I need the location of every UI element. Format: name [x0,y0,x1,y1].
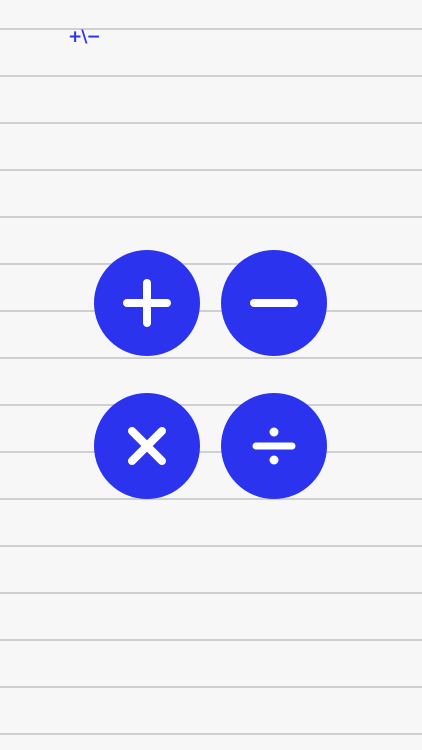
app-logo: +\− [68,27,101,47]
divide-button[interactable]: ÷ [221,393,327,499]
multiply-icon [128,427,166,465]
divide-icon [252,427,296,465]
multiply-button[interactable]: × [94,393,200,499]
plus-icon [123,279,171,327]
minus-icon [250,299,298,307]
add-button[interactable]: + [94,250,200,356]
ruled-paper-background [0,0,422,750]
subtract-button[interactable]: − [221,250,327,356]
